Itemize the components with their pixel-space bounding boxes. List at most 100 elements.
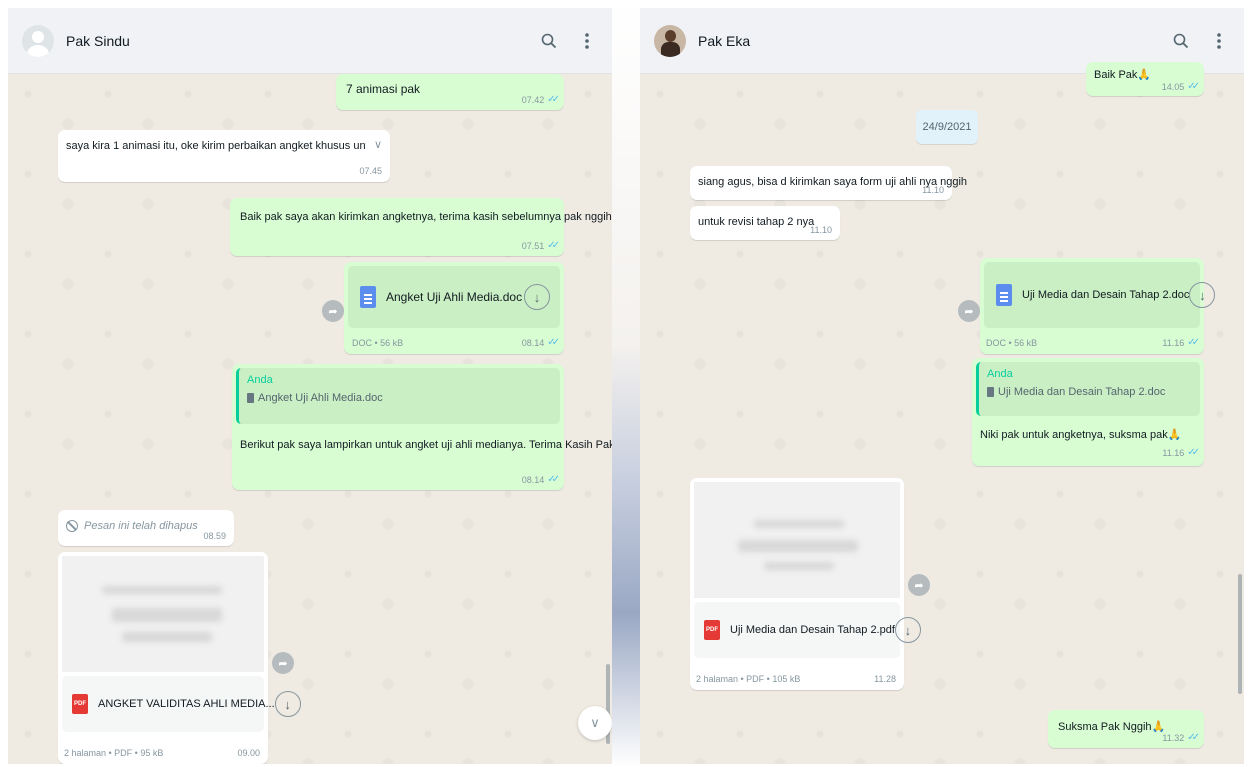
message-time: 11.16 (1162, 447, 1185, 458)
message-text: 7 animasi pak (346, 82, 421, 96)
message-time: 07.45 (359, 166, 382, 176)
document-name: Uji Media dan Desain Tahap 2.doc (1022, 289, 1190, 301)
message-time: 08.59 (203, 531, 226, 541)
quoted-message[interactable]: Anda Angket Uji Ahli Media.doc (236, 368, 560, 424)
chat-window-pak-sindu: Pak Sindu 7 animasi pak 07.42 ✓✓ saya kir… (8, 8, 612, 764)
pdf-preview[interactable] (62, 556, 264, 672)
quoted-file: Uji Media dan Desain Tahap 2.doc (987, 386, 1165, 398)
contact-name[interactable]: Pak Sindu (66, 33, 522, 49)
search-icon[interactable] (538, 30, 560, 52)
message-time: 07.42 (521, 94, 545, 105)
message-meta: 08.59 (203, 531, 226, 541)
pray-emoji: 🙏 (1137, 69, 1152, 81)
quoted-author: Anda (987, 368, 1013, 380)
double-check-icon: ✓✓ (1187, 447, 1200, 458)
chevron-down-icon[interactable]: ∨ (578, 706, 612, 740)
menu-dots-icon[interactable] (1208, 30, 1230, 52)
message-outgoing[interactable]: Suksma Pak Nggih🙏 11.32 ✓✓ (1048, 710, 1204, 748)
message-meta: 11.10 (922, 185, 944, 195)
message-meta: 11.32 ✓✓ (1162, 732, 1200, 743)
double-check-icon: ✓✓ (547, 240, 560, 251)
document-name: Uji Media dan Desain Tahap 2.pdf (730, 624, 895, 636)
message-time: 07.51 (521, 240, 545, 251)
document-name: ANGKET VALIDITAS AHLI MEDIA... (98, 698, 275, 710)
message-reply[interactable]: Anda Angket Uji Ahli Media.doc Berikut p… (232, 364, 612, 490)
download-icon[interactable]: ↓ (894, 617, 921, 643)
message-incoming[interactable]: saya kira 1 animasi itu, oke kirim perba… (58, 130, 390, 182)
message-time: 11.10 (810, 225, 832, 235)
message-list[interactable]: Baik Pak🙏 14.05 ✓✓ 24/9/2021 siang agus, … (640, 62, 1244, 764)
double-check-icon: ✓✓ (547, 474, 560, 485)
pdf-file-icon: PDF (72, 694, 88, 714)
message-deleted[interactable]: Pesan ini telah dihapus 08.59 (58, 510, 234, 546)
doc-file-icon (247, 393, 254, 403)
message-text: Suksma Pak Nggih🙏 (1058, 721, 1166, 733)
message-text: Berikut pak saya lampirkan untuk angket … (240, 439, 612, 451)
scrollbar-thumb[interactable] (1238, 574, 1242, 694)
forward-icon[interactable]: ➦ (322, 300, 344, 322)
pdf-file-icon: PDF (704, 620, 720, 640)
document-name: Angket Uji Ahli Media.doc (386, 290, 523, 304)
message-time: 09.00 (237, 748, 260, 758)
document-attachment[interactable]: Uji Media dan Desain Tahap 2.doc ↓ (984, 262, 1216, 328)
contact-avatar[interactable] (22, 24, 54, 57)
message-time: 14.05 (1161, 81, 1185, 92)
message-time: 08.14 (521, 474, 545, 485)
download-icon[interactable]: ↓ (1189, 282, 1216, 308)
document-attachment[interactable]: Angket Uji Ahli Media.doc ↓ (348, 266, 560, 328)
message-text: untuk revisi tahap 2 nya (698, 216, 815, 228)
message-outgoing[interactable]: 7 animasi pak 07.42 ✓✓ (336, 74, 564, 110)
message-list[interactable]: 7 animasi pak 07.42 ✓✓ saya kira 1 animas… (8, 74, 612, 764)
contact-avatar[interactable] (654, 24, 686, 57)
message-meta: 09.00 (237, 748, 260, 758)
forward-icon[interactable]: ➦ (272, 652, 294, 674)
message-incoming[interactable]: untuk revisi tahap 2 nya 11.10 (690, 206, 840, 240)
doc-file-icon (987, 387, 994, 397)
message-text: saya kira 1 animasi itu, oke kirim perba… (66, 140, 366, 152)
document-attachment[interactable]: PDF ANGKET VALIDITAS AHLI MEDIA... ↓ (62, 676, 301, 732)
message-time: 11.10 (922, 185, 944, 195)
contact-name[interactable]: Pak Eka (698, 33, 1154, 49)
chat-window-pak-eka: Pak Eka Baik Pak🙏 14.05 ✓✓ 24/9/2021 sian… (640, 8, 1244, 764)
document-info: DOC • 56 kB (986, 338, 1038, 348)
doc-file-icon (360, 286, 376, 308)
message-pdf-document[interactable]: PDF ANGKET VALIDITAS AHLI MEDIA... ↓ 2 h… (58, 552, 301, 764)
deleted-message-text: Pesan ini telah dihapus (66, 520, 198, 532)
forward-icon[interactable]: ➦ (908, 574, 930, 596)
double-check-icon: ✓✓ (547, 337, 560, 348)
message-document[interactable]: Angket Uji Ahli Media.doc ↓ DOC • 56 kB … (344, 262, 564, 354)
document-attachment[interactable]: PDF Uji Media dan Desain Tahap 2.pdf ↓ (694, 602, 921, 658)
date-divider: 24/9/2021 (916, 110, 978, 144)
chevron-down-icon[interactable]: ∨ (374, 138, 382, 151)
quoted-file: Angket Uji Ahli Media.doc (247, 392, 383, 404)
message-meta: 08.14 ✓✓ (521, 474, 560, 485)
message-document[interactable]: Uji Media dan Desain Tahap 2.doc ↓ DOC •… (980, 258, 1216, 354)
double-check-icon: ✓✓ (1187, 81, 1200, 92)
download-icon[interactable]: ↓ (524, 284, 550, 310)
forward-icon[interactable]: ➦ (958, 300, 980, 322)
download-icon[interactable]: ↓ (274, 691, 301, 717)
quoted-message[interactable]: Anda Uji Media dan Desain Tahap 2.doc (976, 362, 1200, 416)
background-artwork-strip (612, 0, 640, 767)
message-text: Baik Pak🙏 (1094, 69, 1152, 81)
message-meta: 14.05 ✓✓ (1161, 81, 1200, 92)
message-meta: 11.16 ✓✓ (1162, 337, 1200, 348)
message-meta: 07.45 (359, 166, 382, 176)
message-incoming[interactable]: siang agus, bisa d kirimkan saya form uj… (690, 166, 967, 200)
pray-emoji: 🙏 (1167, 429, 1182, 441)
message-outgoing[interactable]: Baik Pak🙏 14.05 ✓✓ (1086, 62, 1204, 96)
message-outgoing[interactable]: Baik pak saya akan kirimkan angketnya, t… (230, 198, 612, 256)
pdf-preview[interactable] (694, 482, 900, 598)
document-info: 2 halaman • PDF • 95 kB (64, 748, 164, 758)
search-icon[interactable] (1170, 30, 1192, 52)
doc-file-icon (996, 284, 1012, 306)
blocked-icon (66, 520, 78, 532)
message-meta: 11.16 ✓✓ (1162, 447, 1200, 458)
menu-dots-icon[interactable] (576, 30, 598, 52)
double-check-icon: ✓✓ (547, 94, 560, 105)
message-reply[interactable]: Anda Uji Media dan Desain Tahap 2.doc Ni… (972, 358, 1204, 466)
message-text: Niki pak untuk angketnya, suksma pak🙏 (980, 429, 1182, 441)
message-pdf-document[interactable]: PDF Uji Media dan Desain Tahap 2.pdf ↓ 2… (690, 478, 921, 690)
quoted-author: Anda (247, 374, 273, 386)
document-info: DOC • 56 kB (352, 338, 404, 348)
